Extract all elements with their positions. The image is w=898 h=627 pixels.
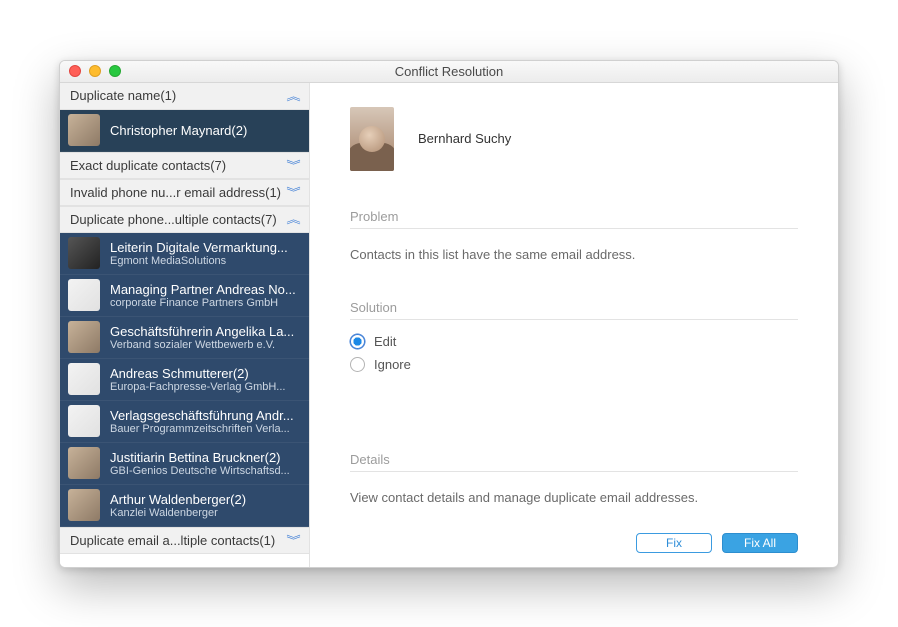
sidebar: Duplicate name(1) ︽ Christopher Maynard(… xyxy=(60,83,310,567)
solution-options: Edit Ignore xyxy=(350,334,798,372)
contact-item-selected[interactable]: Christopher Maynard(2) xyxy=(60,110,309,152)
window-title: Conflict Resolution xyxy=(60,64,838,79)
details-text: View contact details and manage duplicat… xyxy=(350,490,798,505)
contact-name: Geschäftsführerin Angelika La... xyxy=(110,324,301,339)
avatar xyxy=(68,321,100,353)
contact-text: Arthur Waldenberger(2) Kanzlei Waldenber… xyxy=(110,492,301,519)
contact-sub: GBI-Genios Deutsche Wirtschaftsd... xyxy=(110,465,301,477)
contact-name: Leiterin Digitale Vermarktung... xyxy=(110,240,301,255)
avatar xyxy=(68,405,100,437)
section-label: Invalid phone nu...r email address(1) xyxy=(70,185,281,200)
avatar xyxy=(68,114,100,146)
contact-sub: corporate Finance Partners GmbH xyxy=(110,297,301,309)
avatar xyxy=(68,489,100,521)
section-exact-duplicate[interactable]: Exact duplicate contacts(7) ︾ xyxy=(60,152,309,179)
contact-name: Justitiarin Bettina Bruckner(2) xyxy=(110,450,301,465)
contact-item[interactable]: Justitiarin Bettina Bruckner(2) GBI-Geni… xyxy=(60,443,309,485)
radio-ignore[interactable] xyxy=(350,357,365,372)
problem-label: Problem xyxy=(350,209,798,224)
contact-text: Andreas Schmutterer(2) Europa-Fachpresse… xyxy=(110,366,301,393)
contact-text: Leiterin Digitale Vermarktung... Egmont … xyxy=(110,240,301,267)
option-label: Edit xyxy=(374,334,396,349)
fix-button[interactable]: Fix xyxy=(636,533,712,553)
divider xyxy=(350,228,798,229)
option-ignore[interactable]: Ignore xyxy=(350,357,798,372)
content: Duplicate name(1) ︽ Christopher Maynard(… xyxy=(60,83,838,567)
detail-panel: Bernhard Suchy Problem Contacts in this … xyxy=(310,83,838,567)
contact-sub: Kanzlei Waldenberger xyxy=(110,507,301,519)
solution-label: Solution xyxy=(350,300,798,315)
chevron-down-icon: ︾ xyxy=(286,184,300,200)
contact-item[interactable]: Leiterin Digitale Vermarktung... Egmont … xyxy=(60,233,309,275)
divider xyxy=(350,319,798,320)
details-label: Details xyxy=(350,452,798,467)
contact-text: Geschäftsführerin Angelika La... Verband… xyxy=(110,324,301,351)
contact-item[interactable]: Arthur Waldenberger(2) Kanzlei Waldenber… xyxy=(60,485,309,527)
window: Conflict Resolution Duplicate name(1) ︽ … xyxy=(59,60,839,568)
section-duplicate-email[interactable]: Duplicate email a...ltiple contacts(1) ︾ xyxy=(60,527,309,554)
contact-item[interactable]: Andreas Schmutterer(2) Europa-Fachpresse… xyxy=(60,359,309,401)
section-duplicate-name[interactable]: Duplicate name(1) ︽ xyxy=(60,83,309,110)
option-label: Ignore xyxy=(374,357,411,372)
contact-photo xyxy=(350,107,394,171)
section-duplicate-phone[interactable]: Duplicate phone...ultiple contacts(7) ︽ xyxy=(60,206,309,233)
contact-sub: Egmont MediaSolutions xyxy=(110,255,301,267)
contact-name: Managing Partner Andreas No... xyxy=(110,282,301,297)
contact-display-name: Bernhard Suchy xyxy=(418,131,511,146)
avatar xyxy=(68,363,100,395)
section-invalid-phone[interactable]: Invalid phone nu...r email address(1) ︾ xyxy=(60,179,309,206)
section-label: Duplicate phone...ultiple contacts(7) xyxy=(70,212,277,227)
radio-edit[interactable] xyxy=(350,334,365,349)
chevron-up-icon: ︽ xyxy=(286,211,300,227)
avatar xyxy=(68,279,100,311)
contact-sub: Bauer Programmzeitschriften Verla... xyxy=(110,423,301,435)
titlebar: Conflict Resolution xyxy=(60,61,838,83)
chevron-up-icon: ︽ xyxy=(286,88,300,104)
divider xyxy=(350,471,798,472)
option-edit[interactable]: Edit xyxy=(350,334,798,349)
chevron-down-icon: ︾ xyxy=(286,157,300,173)
problem-text: Contacts in this list have the same emai… xyxy=(350,247,798,262)
contact-name: Arthur Waldenberger(2) xyxy=(110,492,301,507)
contact-text: Christopher Maynard(2) xyxy=(110,123,301,138)
contact-name: Christopher Maynard(2) xyxy=(110,123,301,138)
section-label: Duplicate name(1) xyxy=(70,88,176,103)
contact-text: Verlagsgeschäftsführung Andr... Bauer Pr… xyxy=(110,408,301,435)
contact-text: Justitiarin Bettina Bruckner(2) GBI-Geni… xyxy=(110,450,301,477)
contact-item[interactable]: Managing Partner Andreas No... corporate… xyxy=(60,275,309,317)
contact-name: Andreas Schmutterer(2) xyxy=(110,366,301,381)
chevron-down-icon: ︾ xyxy=(286,532,300,548)
avatar xyxy=(68,447,100,479)
avatar xyxy=(68,237,100,269)
contact-hero: Bernhard Suchy xyxy=(350,107,798,171)
contact-item[interactable]: Verlagsgeschäftsführung Andr... Bauer Pr… xyxy=(60,401,309,443)
fix-all-button[interactable]: Fix All xyxy=(722,533,798,553)
section-label: Duplicate email a...ltiple contacts(1) xyxy=(70,533,275,548)
contact-item[interactable]: Geschäftsführerin Angelika La... Verband… xyxy=(60,317,309,359)
contact-sub: Verband sozialer Wettbewerb e.V. xyxy=(110,339,301,351)
contact-sub: Europa-Fachpresse-Verlag GmbH... xyxy=(110,381,301,393)
contact-text: Managing Partner Andreas No... corporate… xyxy=(110,282,301,309)
section-label: Exact duplicate contacts(7) xyxy=(70,158,226,173)
contact-name: Verlagsgeschäftsführung Andr... xyxy=(110,408,301,423)
footer-actions: Fix Fix All xyxy=(350,523,798,553)
